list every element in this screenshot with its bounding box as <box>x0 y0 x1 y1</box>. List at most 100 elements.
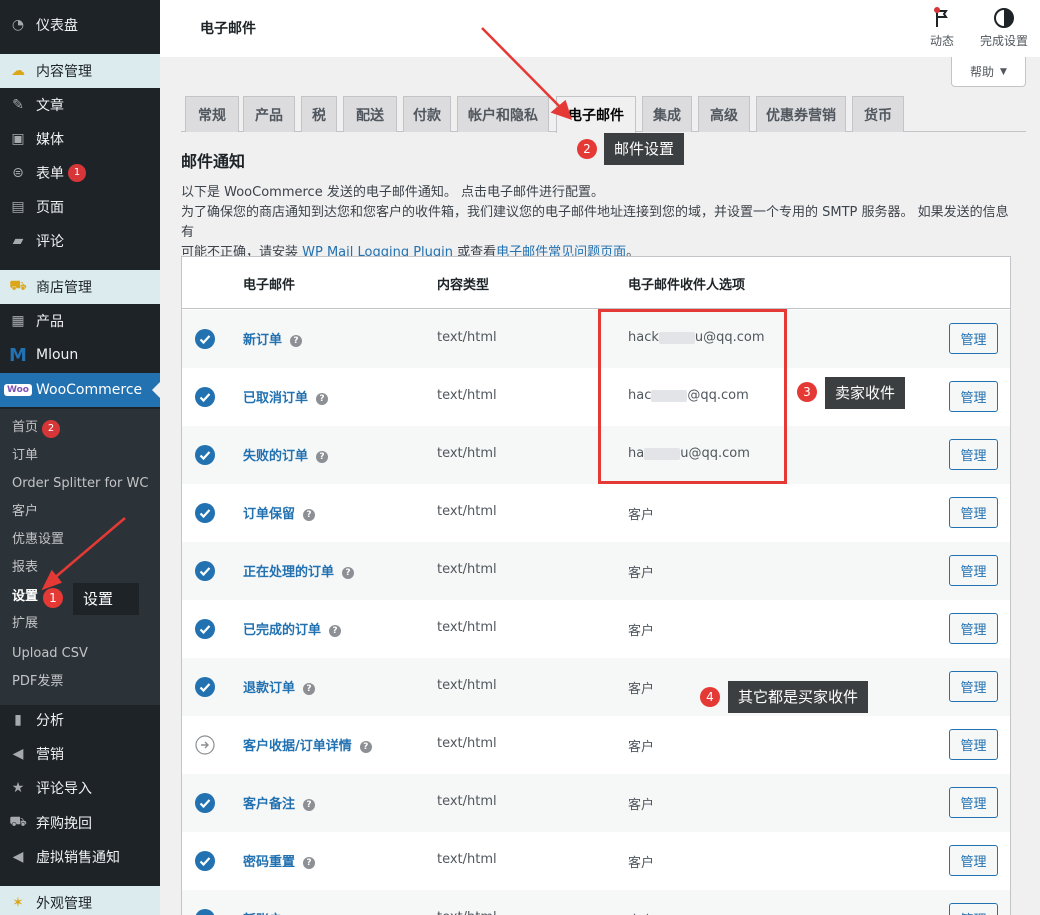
header-email: 电子邮件 <box>243 278 296 293</box>
chart-icon: ▮ <box>14 712 22 728</box>
sidebar-item-label: 评论 <box>36 234 64 250</box>
sidebar-item-label: 产品 <box>36 314 64 330</box>
help-tooltip-icon[interactable]: ? <box>290 334 303 347</box>
tab-8[interactable]: 高级 <box>698 96 750 132</box>
manage-button[interactable]: 管理 <box>949 845 998 876</box>
sidebar-item-16[interactable]: ✶ 外观管理 <box>0 886 160 915</box>
tab-10[interactable]: 货币 <box>852 96 904 132</box>
sidebar-item-8[interactable]: ▦ 产品 <box>0 304 160 338</box>
email-name-link[interactable]: 客户收据/订单详情? <box>243 735 372 754</box>
manage-button[interactable]: 管理 <box>949 903 998 915</box>
help-tooltip-icon[interactable]: ? <box>303 856 316 869</box>
help-tooltip-icon[interactable]: ? <box>359 740 372 753</box>
submenu-item-7[interactable]: 扩展 <box>12 613 38 635</box>
header-content-type: 内容类型 <box>437 278 490 293</box>
sidebar-item-9[interactable]: M Mloun <box>0 338 160 372</box>
sidebar-item-14[interactable]: ⛟ 弃购挽回 <box>0 806 160 840</box>
sidebar-item-label: 商店管理 <box>36 280 92 296</box>
email-name-link[interactable]: 密码重置? <box>243 851 316 870</box>
submenu-item-5[interactable]: 报表 <box>12 557 38 579</box>
submenu-item-8[interactable]: Upload CSV <box>12 643 88 665</box>
cart-icon: ⛟ <box>9 278 27 294</box>
sidebar-item-label: 外观管理 <box>36 896 92 912</box>
tab-4[interactable]: 付款 <box>403 96 451 132</box>
annotation-number-1: 1 <box>43 588 63 608</box>
activity-button[interactable]: 动态 <box>930 6 954 49</box>
sidebar-item-13[interactable]: ★ 评论导入 <box>0 771 160 805</box>
email-name-link[interactable]: 失败的订单? <box>243 445 329 464</box>
manage-button[interactable]: 管理 <box>949 497 998 528</box>
sidebar-item-12[interactable]: ◀ 营销 <box>0 737 160 771</box>
help-tooltip-icon[interactable]: ? <box>303 682 316 695</box>
sidebar-item-1[interactable]: ☁ 内容管理 <box>0 54 160 88</box>
sidebar-item-5[interactable]: ▤ 页面 <box>0 190 160 224</box>
email-name-link[interactable]: 退款订单? <box>243 677 316 696</box>
tab-6[interactable]: 电子邮件 <box>556 96 636 133</box>
sidebar-item-label: 内容管理 <box>36 64 92 80</box>
email-name-link[interactable]: 已完成的订单? <box>243 619 342 638</box>
help-tooltip-icon[interactable]: ? <box>303 798 316 811</box>
email-name: 客户备注 <box>243 797 296 812</box>
email-name: 正在处理的订单 <box>243 565 335 580</box>
help-label: 帮助 <box>970 65 995 79</box>
sidebar-item-0[interactable]: ◔ 仪表盘 <box>0 8 160 42</box>
sidebar-item-11[interactable]: ▮ 分析 <box>0 703 160 737</box>
sidebar-item-7[interactable]: ⛟ 商店管理 <box>0 270 160 304</box>
email-name-link[interactable]: 客户备注? <box>243 793 316 812</box>
table-row: 已完成的订单? text/html 客户 管理 <box>182 600 1010 658</box>
tab-9[interactable]: 优惠券营销 <box>756 96 846 132</box>
email-name-link[interactable]: 已取消订单? <box>243 387 329 406</box>
tab-2[interactable]: 税 <box>301 96 337 132</box>
manage-button[interactable]: 管理 <box>949 323 998 354</box>
finish-setup-button[interactable]: 完成设置 <box>980 6 1028 49</box>
email-name-link[interactable]: 正在处理的订单? <box>243 561 355 580</box>
sidebar-item-2[interactable]: ✎ 文章 <box>0 88 160 122</box>
submenu-item-label: 客户 <box>12 504 39 519</box>
tab-0[interactable]: 常规 <box>185 96 239 132</box>
comment-icon: ▰ <box>12 233 24 249</box>
submenu-item-2[interactable]: Order Splitter for WC <box>12 473 148 495</box>
sidebar-item-15[interactable]: ◀ 虚拟销售通知 <box>0 840 160 874</box>
table-row: 失败的订单? text/html ha u@qq.com 管理 <box>182 426 1010 484</box>
manage-button[interactable]: 管理 <box>949 439 998 470</box>
submenu-item-9[interactable]: PDF发票 <box>12 671 63 693</box>
manage-button[interactable]: 管理 <box>949 613 998 644</box>
help-tooltip-icon[interactable]: ? <box>342 566 355 579</box>
help-tab[interactable]: 帮助 ▼ <box>951 57 1026 87</box>
manage-button[interactable]: 管理 <box>949 787 998 818</box>
manage-button[interactable]: 管理 <box>949 555 998 586</box>
help-tooltip-icon[interactable]: ? <box>303 508 316 521</box>
email-name-link[interactable]: 订单保留? <box>243 503 316 522</box>
manage-button[interactable]: 管理 <box>949 729 998 760</box>
email-name-link[interactable]: 新订单? <box>243 329 303 348</box>
sidebar-item-label: 评论导入 <box>36 781 92 797</box>
description: 以下是 WooCommerce 发送的电子邮件通知。 点击电子邮件进行配置。 为… <box>181 183 1021 263</box>
submenu-item-1[interactable]: 订单 <box>12 445 38 467</box>
submenu-item-label: PDF发票 <box>12 674 64 689</box>
tab-1[interactable]: 产品 <box>243 96 295 132</box>
sidebar-item-6[interactable]: ▰ 评论 <box>0 224 160 258</box>
submenu-item-0[interactable]: 首页 2 <box>12 417 61 439</box>
submenu-item-6[interactable]: 设置 <box>12 586 38 608</box>
help-tooltip-icon[interactable]: ? <box>316 450 329 463</box>
submenu-item-3[interactable]: 客户 <box>12 501 38 523</box>
tab-7[interactable]: 集成 <box>642 96 692 132</box>
email-name-link[interactable]: 新账户? <box>243 909 303 915</box>
sidebar-item-10[interactable]: Woo WooCommerce <box>0 373 160 407</box>
manage-button[interactable]: 管理 <box>949 381 998 412</box>
tab-3[interactable]: 配送 <box>343 96 397 132</box>
table-header: 电子邮件 内容类型 电子邮件收件人选项 <box>182 257 1010 309</box>
help-tooltip-icon[interactable]: ? <box>316 392 329 405</box>
email-name: 新订单 <box>243 333 283 348</box>
manage-button[interactable]: 管理 <box>949 671 998 702</box>
content-type: text/html <box>437 678 497 693</box>
submenu-item-4[interactable]: 优惠设置 <box>12 529 64 551</box>
tab-5[interactable]: 帐户和隐私 <box>457 96 549 132</box>
sidebar-item-3[interactable]: ▣ 媒体 <box>0 122 160 156</box>
pin-icon: ✎ <box>12 97 24 113</box>
help-tooltip-icon[interactable]: ? <box>329 624 342 637</box>
submenu-item-label: Upload CSV <box>12 646 88 661</box>
content-type: text/html <box>437 736 497 751</box>
table-row: 订单保留? text/html 客户 管理 <box>182 484 1010 542</box>
sidebar-item-4[interactable]: ⊜ 表单 1 <box>0 156 160 190</box>
